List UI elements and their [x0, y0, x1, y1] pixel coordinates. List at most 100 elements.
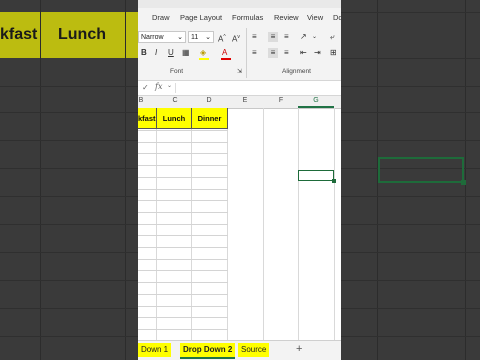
background-sheet-left: kfast Lunch	[0, 0, 138, 360]
italic-icon[interactable]: I	[155, 48, 157, 58]
gridline	[138, 188, 228, 190]
gridline	[263, 108, 264, 340]
gridline	[138, 141, 228, 143]
bg-gridline	[341, 252, 480, 253]
chevron-down-icon[interactable]: ⌄	[167, 82, 172, 89]
bg-gridline	[341, 280, 480, 281]
bg-gridline	[0, 86, 138, 87]
group-separator	[246, 28, 247, 78]
bg-gridline	[125, 0, 126, 360]
sheet-tab-down-1[interactable]: Down 1	[138, 343, 172, 357]
gridline	[138, 200, 228, 202]
gridline	[334, 108, 335, 340]
header-cell-lunch[interactable]: Lunch	[157, 108, 192, 129]
bg-gridline	[341, 112, 480, 113]
bg-gridline	[0, 168, 138, 169]
formula-input[interactable]	[175, 83, 341, 93]
gridline	[138, 211, 228, 213]
gridline	[138, 153, 228, 155]
column-header-g[interactable]: G	[298, 97, 334, 104]
middle-align-icon[interactable]: ≡	[268, 32, 278, 42]
orientation-icon[interactable]: ↗	[300, 32, 307, 42]
fill-color-icon[interactable]: ◈	[200, 48, 206, 58]
font-dialog-launcher-icon[interactable]: ⇲	[237, 67, 242, 77]
column-header-d[interactable]: D	[191, 97, 227, 104]
column-header-e[interactable]: E	[227, 97, 263, 104]
bg-gridline	[0, 280, 138, 281]
decrease-indent-icon[interactable]: ⇤	[300, 48, 307, 58]
gridline	[138, 282, 228, 284]
underline-icon[interactable]: U	[168, 48, 174, 58]
font-group-label: Font	[170, 68, 184, 75]
tab-review[interactable]: Review	[274, 13, 299, 22]
chevron-down-icon: ⌄	[177, 34, 183, 41]
borders-icon[interactable]: ▦	[182, 48, 190, 58]
bg-gridline	[0, 224, 138, 225]
decrease-font-icon[interactable]: Av	[232, 32, 240, 45]
background-header-row: kfast Lunch	[0, 12, 138, 58]
tab-view[interactable]: View	[307, 13, 323, 22]
bg-gridline	[341, 196, 480, 197]
bg-gridline	[0, 112, 138, 113]
fx-icon[interactable]: fx	[155, 82, 162, 91]
gridline	[138, 130, 228, 131]
gridline	[138, 293, 228, 295]
bg-gridline	[341, 58, 480, 59]
font-name-value: Narrow	[141, 34, 164, 41]
check-icon[interactable]: ✓	[142, 83, 149, 92]
gridline	[298, 108, 299, 340]
font-color-icon[interactable]: A	[222, 48, 227, 58]
bg-gridline	[0, 140, 138, 141]
sheet-tab-bar: Down 1 Drop Down 2 Source +	[138, 340, 341, 360]
tab-page-layout[interactable]: Page Layout	[180, 13, 222, 22]
bg-gridline	[341, 336, 480, 337]
title-strip	[138, 0, 341, 8]
align-center-icon[interactable]: ≡	[268, 48, 278, 58]
bg-gridline	[341, 86, 480, 87]
gridline	[138, 317, 228, 319]
bg-gridline	[0, 196, 138, 197]
column-header-b[interactable]: B	[138, 97, 144, 104]
selected-cell[interactable]	[298, 170, 336, 183]
bg-gridline	[341, 140, 480, 141]
increase-font-icon[interactable]: A^	[218, 32, 226, 45]
ribbon: Draw Page Layout Formulas Review View Do…	[138, 0, 341, 81]
gridline	[138, 223, 228, 225]
sheet-tab-drop-down-2[interactable]: Drop Down 2	[180, 343, 236, 359]
font-size-value: 11	[191, 34, 199, 41]
fill-color-swatch	[199, 58, 209, 60]
header-cell-breakfast[interactable]: kfast	[138, 108, 157, 129]
add-sheet-button[interactable]: +	[296, 343, 302, 355]
wrap-text-icon[interactable]: ⤶	[330, 32, 334, 42]
cell-grid[interactable]	[138, 108, 341, 340]
bold-icon[interactable]: B	[141, 48, 147, 58]
tab-formulas[interactable]: Formulas	[232, 13, 263, 22]
increase-indent-icon[interactable]: ⇥	[314, 48, 321, 58]
header-cell-dinner[interactable]: Dinner	[192, 108, 228, 129]
font-name-select[interactable]: Narrow ⌄	[138, 31, 186, 43]
fill-handle[interactable]	[332, 179, 336, 183]
column-header-c[interactable]: C	[157, 97, 193, 104]
gridline	[138, 247, 228, 248]
merge-cells-icon[interactable]: ⊞	[330, 48, 337, 58]
font-color-swatch	[221, 58, 231, 60]
bg-gridline	[0, 252, 138, 253]
bg-gridline	[341, 308, 480, 309]
bg-gridline	[40, 0, 41, 360]
gridline	[138, 165, 228, 167]
column-header-f[interactable]: F	[263, 97, 299, 104]
align-right-icon[interactable]: ≡	[284, 48, 289, 58]
chevron-down-icon: ⌄	[205, 34, 211, 41]
bottom-align-icon[interactable]: ≡	[284, 32, 289, 42]
excel-window: Draw Page Layout Formulas Review View Do…	[138, 0, 341, 360]
gridline	[138, 176, 228, 178]
background-header-lunch: Lunch	[58, 26, 106, 43]
chevron-down-icon[interactable]: ⌄	[312, 32, 317, 42]
font-size-select[interactable]: 11 ⌄	[188, 31, 214, 43]
top-align-icon[interactable]: ≡	[252, 32, 257, 42]
align-left-icon[interactable]: ≡	[252, 48, 257, 58]
formula-bar: ✓ fx ⌄	[138, 81, 341, 96]
tab-do[interactable]: Do	[333, 13, 341, 22]
sheet-tab-source[interactable]: Source	[238, 343, 270, 357]
tab-draw[interactable]: Draw	[152, 13, 170, 22]
